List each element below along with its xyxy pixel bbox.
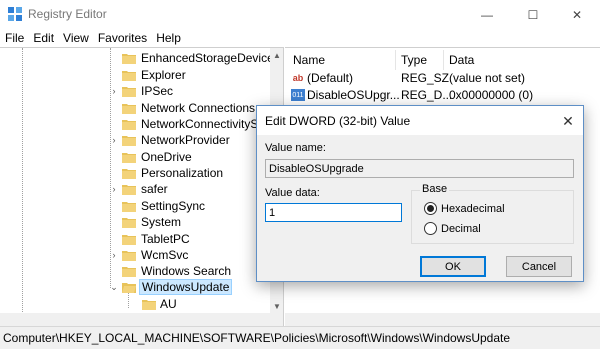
folder-icon [122, 104, 136, 114]
window-title: Registry Editor [28, 7, 107, 21]
menu-edit[interactable]: Edit [28, 31, 58, 45]
tree-horizontal-scrollbar[interactable] [0, 313, 270, 326]
value-data: (value not set) [449, 71, 526, 85]
chevron-right-icon[interactable]: › [109, 247, 119, 263]
value-row[interactable]: ab (Default) REG_SZ (value not set) [285, 70, 600, 86]
value-name: (Default) [307, 71, 354, 85]
tree-item-label: Network Connections [141, 101, 256, 115]
value-name-field[interactable] [265, 159, 574, 178]
folder-icon [122, 251, 136, 261]
tree-item-label: TabletPC [141, 232, 190, 246]
status-bar-path: Computer\HKEY_LOCAL_MACHINE\SOFTWARE\Pol… [0, 326, 600, 349]
tree-item-label: AU [160, 297, 177, 311]
tree-item-label: NetworkConnectivitySt [141, 117, 262, 131]
menu-help[interactable]: Help [151, 31, 185, 45]
chevron-right-icon[interactable]: › [109, 83, 119, 99]
dialog-title-bar: Edit DWORD (32-bit) Value ✕ [257, 106, 583, 135]
folder-icon [122, 267, 136, 277]
column-separator[interactable] [395, 50, 396, 70]
column-header-type[interactable]: Type [401, 50, 427, 70]
tree-item-label: NetworkProvider [141, 133, 230, 147]
minimize-button[interactable]: — [464, 0, 510, 29]
registry-editor-app-icon [8, 7, 22, 21]
tree-item-label: OneDrive [141, 150, 192, 164]
menu-favorites[interactable]: Favorites [93, 31, 151, 45]
folder-icon [122, 136, 136, 146]
dialog-close-icon[interactable]: ✕ [557, 110, 579, 132]
edit-dword-dialog: Edit DWORD (32-bit) Value ✕ Value name: … [256, 105, 584, 282]
tree-item-label: Windows Search [141, 264, 232, 278]
column-separator[interactable] [443, 50, 444, 70]
folder-icon [122, 54, 136, 64]
value-name-label: Value name: [265, 142, 326, 154]
tree-item-label: safer [141, 182, 168, 196]
radio-selected-icon[interactable] [424, 202, 437, 215]
value-name: DisableOSUpgr... [307, 88, 400, 102]
string-value-icon: ab [292, 73, 304, 83]
folder-icon [122, 202, 136, 212]
scroll-down-icon[interactable]: ▼ [270, 299, 283, 313]
tree-guide-line [22, 48, 23, 326]
tree-item-label: EnhancedStorageDevices [141, 51, 280, 65]
list-horizontal-scrollbar[interactable] [285, 313, 600, 326]
tree-item-label: SettingSync [141, 199, 206, 213]
tree-item-label: WcmSvc [141, 248, 189, 262]
folder-icon [122, 120, 136, 130]
folder-icon [122, 169, 136, 179]
value-data: 0x00000000 (0) [449, 88, 534, 102]
folder-icon [122, 218, 136, 228]
cancel-button[interactable]: Cancel [506, 256, 572, 277]
folder-icon [122, 71, 136, 81]
value-data-field[interactable] [265, 203, 402, 222]
maximize-button[interactable]: ☐ [510, 0, 556, 29]
base-group-title: Base [420, 183, 450, 195]
value-data-label: Value data: [265, 187, 320, 199]
folder-icon [122, 185, 136, 195]
chevron-right-icon[interactable]: › [109, 132, 119, 148]
column-header-data[interactable]: Data [449, 50, 474, 70]
value-type: REG_SZ [401, 71, 450, 85]
radio-decimal-label: Decimal [441, 222, 481, 235]
base-groupbox: Base Hexadecimal Decimal [411, 183, 574, 244]
dialog-title: Edit DWORD (32-bit) Value [265, 114, 411, 128]
folder-icon [122, 153, 136, 163]
chevron-right-icon[interactable]: › [109, 181, 119, 197]
tree-item-label: WindowsUpdate [139, 279, 233, 295]
menu-file[interactable]: File [0, 31, 28, 45]
radio-decimal[interactable]: Decimal [424, 222, 481, 235]
radio-hexadecimal[interactable]: Hexadecimal [424, 202, 505, 215]
close-button[interactable]: ✕ [554, 0, 600, 29]
ok-button[interactable]: OK [420, 256, 486, 277]
radio-hexadecimal-label: Hexadecimal [441, 202, 505, 215]
folder-icon [122, 235, 136, 245]
folder-icon [122, 87, 136, 97]
chevron-down-icon[interactable]: ⌄ [109, 279, 119, 295]
tree-item-label: Personalization [141, 166, 224, 180]
tree-item-label: System [141, 215, 182, 229]
registry-tree[interactable]: EnhancedStorageDevices Explorer › IPSec … [0, 47, 284, 326]
tree-item-label: IPSec [141, 84, 174, 98]
dword-value-icon: 011 [291, 89, 305, 101]
folder-open-icon [122, 283, 136, 293]
column-header-name[interactable]: Name [293, 50, 325, 70]
scroll-up-icon[interactable]: ▲ [270, 48, 283, 62]
radio-unselected-icon[interactable] [424, 222, 437, 235]
tree-item-label: Explorer [141, 68, 186, 82]
menu-view[interactable]: View [58, 31, 93, 45]
folder-icon [142, 300, 156, 310]
menu-bar: File Edit View Favorites Help [0, 29, 600, 47]
title-bar: Registry Editor — ☐ ✕ [0, 0, 600, 29]
value-row[interactable]: 011 DisableOSUpgr... REG_D... 0x00000000… [285, 87, 600, 103]
value-type: REG_D... [401, 88, 453, 102]
